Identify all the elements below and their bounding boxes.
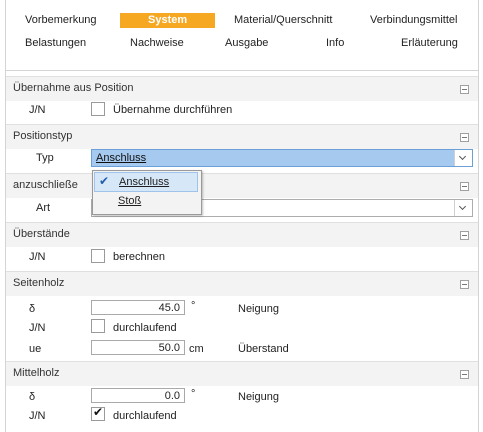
- tab-vorbemerkung[interactable]: Vorbemerkung: [25, 14, 97, 26]
- typ-select-value: Anschluss: [96, 152, 147, 164]
- row-label-delta: δ: [29, 391, 36, 403]
- collapse-icon[interactable]: [460, 85, 469, 94]
- tab-info[interactable]: Info: [326, 37, 344, 49]
- unit-degree: °: [191, 388, 196, 400]
- checkmark-icon: ✔: [99, 174, 110, 188]
- durchlaufend-label: durchlaufend: [113, 410, 177, 422]
- checkmark-icon: ✔: [93, 405, 104, 419]
- row-label-jn: J/N: [29, 251, 46, 263]
- tab-erlaeuterung[interactable]: Erläuterung: [401, 37, 458, 49]
- collapse-icon[interactable]: [460, 370, 469, 379]
- neigung-label: Neigung: [238, 391, 279, 403]
- tab-material-querschnitt[interactable]: Material/Querschnitt: [234, 14, 332, 26]
- section-title: Übernahme aus Position: [13, 82, 134, 94]
- row-label-delta: δ: [29, 303, 36, 315]
- row-label-art: Art: [36, 202, 51, 214]
- section-seitenholz-header: Seitenholz: [6, 271, 478, 296]
- typ-select[interactable]: Anschluss: [91, 149, 473, 167]
- section-ueberstaende-header: Überstände: [6, 222, 478, 247]
- section-uebernahme-header: Übernahme aus Position: [6, 76, 478, 101]
- tab-bar: Vorbemerkung System Material/Querschnitt…: [6, 0, 478, 71]
- tab-nachweise[interactable]: Nachweise: [130, 37, 184, 49]
- chevron-down-icon[interactable]: [454, 150, 472, 166]
- section-title: Seitenholz: [13, 277, 65, 289]
- section-title: Positionstyp: [13, 130, 73, 142]
- row-label-typ: Typ: [36, 152, 54, 164]
- row-label-jn: J/N: [29, 322, 46, 334]
- row-label-ue: ue: [29, 343, 42, 355]
- dropdown-option-label: Stoß: [118, 195, 142, 207]
- durchlaufend-label: durchlaufend: [113, 322, 177, 334]
- berechnen-checkbox-label: berechnen: [113, 251, 165, 263]
- section-positionstyp-header: Positionstyp: [6, 124, 478, 149]
- seitenholz-ue-input[interactable]: 50.0: [91, 340, 185, 355]
- row-label-jn: J/N: [29, 410, 46, 422]
- dropdown-option-anschluss[interactable]: ✔ Anschluss: [94, 172, 198, 192]
- tab-belastungen[interactable]: Belastungen: [25, 37, 86, 49]
- unit-cm: cm: [189, 343, 204, 355]
- uebernahme-checkbox[interactable]: [91, 102, 105, 116]
- collapse-icon[interactable]: [460, 280, 469, 289]
- section-anzuschliessen-header: anzuschließe: [6, 173, 478, 198]
- collapse-icon[interactable]: [460, 231, 469, 240]
- system-panel: Vorbemerkung System Material/Querschnitt…: [5, 0, 479, 432]
- collapse-icon[interactable]: [460, 182, 469, 191]
- mittelholz-durchlaufend-checkbox[interactable]: ✔: [91, 405, 105, 421]
- dropdown-option-stoss[interactable]: Stoß: [94, 192, 198, 212]
- row-label-jn: J/N: [29, 104, 46, 116]
- unit-degree: °: [191, 300, 196, 312]
- section-title: Überstände: [13, 228, 70, 240]
- section-title: anzuschließe: [13, 179, 78, 191]
- seitenholz-durchlaufend-checkbox[interactable]: [91, 319, 105, 333]
- tab-ausgabe[interactable]: Ausgabe: [225, 37, 268, 49]
- typ-dropdown-list: ✔ Anschluss Stoß: [92, 170, 202, 215]
- neigung-label: Neigung: [238, 303, 279, 315]
- chevron-down-icon[interactable]: [454, 200, 472, 216]
- collapse-icon[interactable]: [460, 133, 469, 142]
- mittelholz-delta-input[interactable]: 0.0: [91, 388, 185, 403]
- tab-verbindungsmittel[interactable]: Verbindungsmittel: [370, 14, 457, 26]
- section-mittelholz-header: Mittelholz: [6, 361, 478, 386]
- dropdown-option-label: Anschluss: [119, 176, 170, 188]
- section-title: Mittelholz: [13, 367, 60, 379]
- seitenholz-delta-input[interactable]: 45.0: [91, 300, 185, 315]
- berechnen-checkbox[interactable]: [91, 249, 105, 263]
- tab-system[interactable]: System: [120, 13, 216, 28]
- uebernahme-checkbox-label: Übernahme durchführen: [113, 104, 233, 116]
- ueberstand-label: Überstand: [238, 343, 289, 355]
